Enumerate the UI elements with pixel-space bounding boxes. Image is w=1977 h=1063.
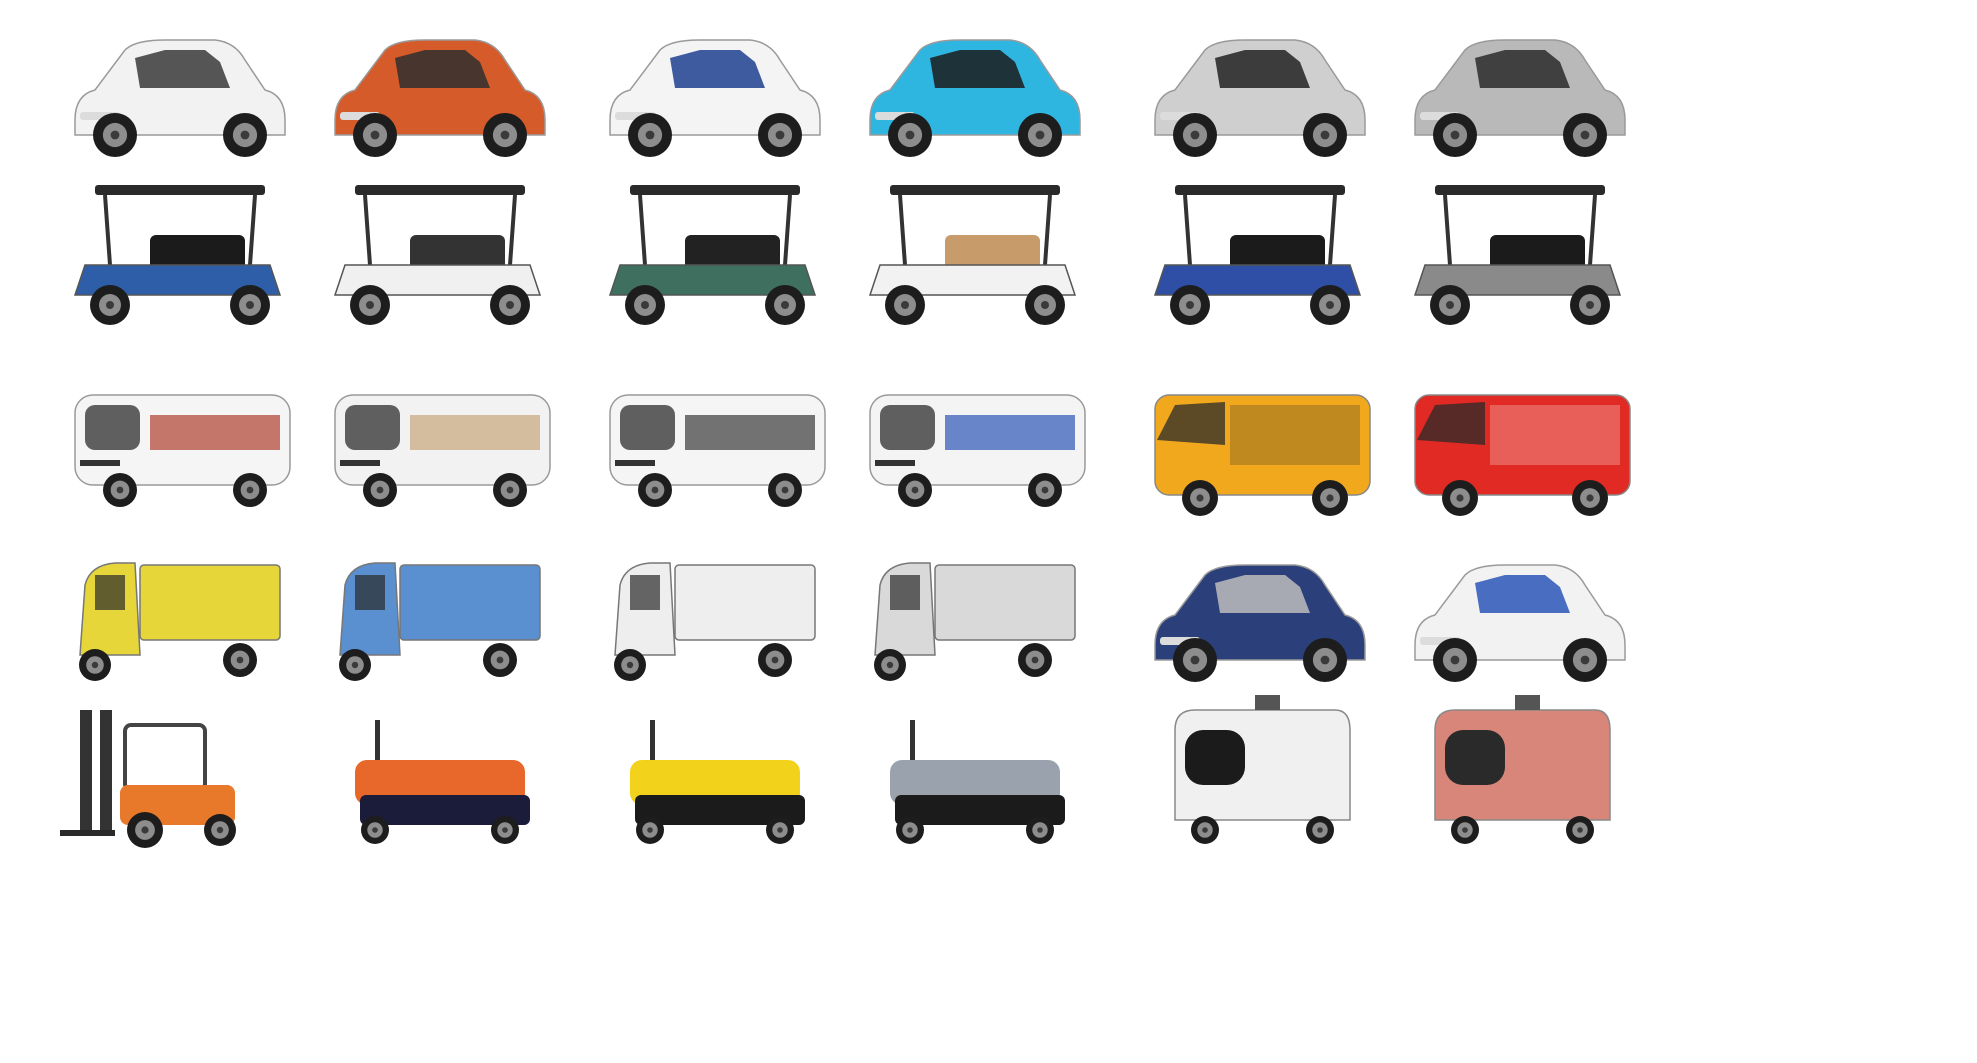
electric-tug-icon — [630, 720, 805, 844]
blue-bubble-ev — [850, 0, 1100, 180]
blue-seat-shuttle-icon — [869, 394, 1086, 507]
silver-two-seat-ev — [1395, 0, 1645, 180]
white-patrol-car — [1395, 525, 1645, 705]
green-golf-cart-icon — [608, 185, 817, 325]
yellow-van-icon — [1154, 394, 1371, 516]
grey-quadricycle-icon — [1154, 39, 1366, 157]
orange-mini-car-icon — [334, 39, 546, 157]
tow-tractor-icon — [355, 720, 530, 844]
grey-box-tricycle — [850, 525, 1100, 705]
blue-six-seat-cart — [1135, 165, 1385, 345]
grey-quadricycle — [1135, 0, 1385, 180]
sightseeing-bus-icon — [334, 394, 551, 507]
yellow-tricycle-icon — [79, 562, 281, 681]
blue-flatbed-tricycle-icon — [339, 562, 541, 681]
white-blue-seat-shuttle — [850, 360, 1100, 540]
white-blue-stripe-microcar — [590, 0, 840, 180]
blue-utility-cart — [1135, 525, 1385, 705]
white-microcar-icon — [609, 39, 821, 157]
utility-cart-icon — [1154, 564, 1366, 682]
white-utility-cart — [315, 165, 565, 345]
box-tricycle-icon — [614, 562, 816, 681]
shuttle-bus-icon — [609, 394, 826, 507]
white-utility-cart-icon — [333, 185, 542, 325]
white-tan-seat-shuttle-cart — [850, 165, 1100, 345]
delivery-robot-icon — [1174, 695, 1351, 844]
six-seat-cart-icon — [1153, 185, 1362, 325]
grey-box-tricycle-icon — [874, 562, 1076, 681]
blue-flatbed-tricycle — [315, 525, 565, 705]
yellow-cargo-van — [1135, 360, 1385, 540]
blue-bubble-car-icon — [869, 39, 1081, 157]
sightseeing-car-icon — [74, 394, 291, 507]
orange-forklift — [55, 690, 305, 870]
grey-six-seat-cart — [1395, 165, 1645, 345]
patrol-car-icon — [1414, 564, 1626, 682]
white-compact-ev-icon — [74, 39, 286, 157]
orange-tow-tractor — [315, 690, 565, 870]
orange-mini-suv — [315, 0, 565, 180]
white-shuttle-bus — [590, 360, 840, 540]
white-sightseeing-car — [55, 360, 305, 540]
blue-lifted-golf-cart — [55, 165, 305, 345]
white-box-tricycle — [590, 525, 840, 705]
yellow-electric-tug — [590, 690, 840, 870]
pink-robot-icon — [1434, 695, 1611, 844]
shuttle-cart-icon — [868, 185, 1077, 325]
yellow-cargo-tricycle — [55, 525, 305, 705]
lifted-golf-cart-icon — [73, 185, 282, 325]
grey-six-seat-cart-icon — [1413, 185, 1622, 325]
baggage-tractor-icon — [890, 720, 1065, 844]
white-delivery-robot — [1135, 690, 1385, 870]
forklift-icon — [60, 710, 236, 848]
silver-two-seater-icon — [1414, 39, 1626, 157]
pink-delivery-robot — [1395, 690, 1645, 870]
green-golf-cart — [590, 165, 840, 345]
white-mini-city-car — [55, 0, 305, 180]
grey-baggage-tractor — [850, 690, 1100, 870]
fire-truck-icon — [1414, 394, 1631, 516]
white-beige-sightseeing-bus — [315, 360, 565, 540]
red-fire-truck — [1395, 360, 1645, 540]
